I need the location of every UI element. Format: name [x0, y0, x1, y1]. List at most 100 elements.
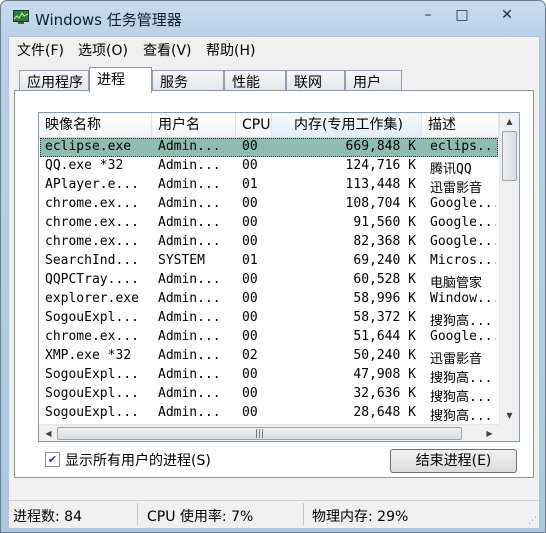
row-description: eclips... — [430, 139, 496, 154]
resize-grip-icon[interactable]: ⋰ — [528, 516, 537, 526]
row-user-name: Admin... — [158, 215, 221, 230]
row-user-name: Admin... — [158, 310, 221, 325]
row-description: Micros... — [430, 253, 496, 268]
row-memory: 124,716 K — [345, 158, 416, 173]
row-cpu: 00 — [242, 215, 258, 230]
row-cpu: 01 — [242, 253, 258, 268]
grip-icon: ||| — [254, 429, 265, 439]
tab-users[interactable]: 用户 — [345, 70, 402, 91]
col-memory[interactable]: 内存(专用工作集) — [272, 113, 422, 137]
title-bar[interactable]: Windows 任务管理器 – □ ✕ — [1, 1, 545, 35]
col-cpu[interactable]: CPU — [236, 113, 272, 137]
tab-applications[interactable]: 应用程序 — [19, 70, 89, 91]
row-description: 搜狗高... — [430, 371, 493, 386]
close-icon[interactable]: ✕ — [492, 5, 522, 25]
horizontal-scroll-thumb[interactable]: ||| — [57, 427, 462, 440]
row-cpu: 00 — [242, 234, 258, 249]
scroll-up-icon[interactable]: ▲ — [500, 113, 519, 130]
row-memory: 47,908 K — [353, 367, 416, 382]
row-user-name: Admin... — [158, 196, 221, 211]
row-cpu: 02 — [242, 348, 258, 363]
row-cpu: 01 — [242, 177, 258, 192]
row-memory: 32,636 K — [353, 386, 416, 401]
row-memory: 108,704 K — [345, 196, 416, 211]
row-image-name: SearchInd... — [45, 253, 139, 268]
row-description: 电脑管家 — [430, 276, 483, 291]
status-physical-memory: 物理内存: 29% — [312, 509, 409, 525]
table-row[interactable]: QQ.exe *32 Admin... 00 124,716 K 腾讯QQ — [40, 157, 498, 177]
row-user-name: Admin... — [158, 177, 221, 192]
row-image-name: SogouExpl... — [45, 310, 139, 325]
table-row[interactable]: explorer.exe Admin... 00 58,996 K Window... — [40, 290, 498, 309]
table-row[interactable]: SearchInd... SYSTEM 01 69,240 K Micros... — [40, 252, 498, 271]
horizontal-scrollbar[interactable]: ◀ ||| ▶ — [39, 424, 499, 441]
maximize-icon[interactable]: □ — [447, 5, 477, 25]
table-row[interactable]: SogouExpl... Admin... 00 58,372 K 搜狗高... — [40, 309, 498, 329]
vertical-scrollbar[interactable]: ▲ ▼ — [499, 113, 519, 424]
scroll-corner — [499, 424, 519, 441]
row-cpu: 00 — [242, 272, 258, 287]
scroll-down-icon[interactable]: ▼ — [500, 407, 519, 424]
table-row[interactable]: chrome.ex... Admin... 00 51,644 K Google... — [40, 328, 498, 347]
table-row[interactable]: APlayer.e... Admin... 01 113,448 K 迅雷影音 — [40, 176, 498, 196]
tab-services[interactable]: 服务 — [152, 70, 224, 91]
scroll-left-icon[interactable]: ◀ — [39, 425, 58, 441]
minimize-icon[interactable]: – — [413, 5, 443, 25]
row-image-name: chrome.ex... — [45, 329, 139, 344]
row-image-name: SogouExpl... — [45, 367, 139, 382]
vertical-scroll-thumb[interactable] — [502, 131, 517, 181]
show-all-users-checkbox[interactable]: ✔ — [45, 452, 60, 467]
table-row[interactable]: eclipse.exe Admin... 00 669,848 K eclips... — [40, 138, 498, 157]
status-process-count: 进程数: 84 — [13, 509, 82, 525]
row-image-name: explorer.exe — [45, 291, 139, 306]
table-row[interactable]: QQPCTray.... Admin... 00 60,528 K 电脑管家 — [40, 271, 498, 291]
table-row[interactable]: SogouExpl... Admin... 00 47,908 K 搜狗高... — [40, 366, 498, 386]
row-user-name: SYSTEM — [158, 253, 205, 268]
row-user-name: Admin... — [158, 405, 221, 420]
status-bar: 进程数: 84 CPU 使用率: 7% 物理内存: 29% ⋰ — [9, 500, 539, 528]
row-memory: 28,648 K — [353, 405, 416, 420]
menu-file[interactable]: 文件(F) — [17, 40, 64, 60]
row-user-name: Admin... — [158, 386, 221, 401]
col-description[interactable]: 描述 — [422, 113, 499, 137]
tab-processes[interactable]: 进程 — [89, 67, 152, 93]
menu-options[interactable]: 选项(O) — [78, 40, 128, 60]
row-memory: 58,372 K — [353, 310, 416, 325]
tab-performance[interactable]: 性能 — [224, 70, 286, 91]
process-list[interactable]: 映像名称 用户名 CPU 内存(专用工作集) 描述 eclipse.exe Adm… — [38, 112, 520, 442]
row-description: 迅雷影音 — [430, 352, 483, 367]
row-memory: 51,644 K — [353, 329, 416, 344]
end-process-button[interactable]: 结束进程(E) — [390, 449, 517, 473]
row-description: Window... — [430, 291, 496, 306]
row-image-name: APlayer.e... — [45, 177, 139, 192]
row-image-name: SogouExpl... — [45, 386, 139, 401]
client-area: 文件(F) 选项(O) 查看(V) 帮助(H) 应用程序 进程 服务 性能 联网… — [8, 36, 540, 528]
menu-help[interactable]: 帮助(H) — [206, 40, 255, 60]
col-image-name[interactable]: 映像名称 — [39, 113, 152, 137]
scroll-right-icon[interactable]: ▶ — [480, 425, 499, 441]
tab-networking[interactable]: 联网 — [286, 70, 345, 91]
row-description: 腾讯QQ — [430, 162, 472, 177]
row-user-name: Admin... — [158, 272, 221, 287]
row-memory: 50,240 K — [353, 348, 416, 363]
row-user-name: Admin... — [158, 348, 221, 363]
row-description: 搜狗高... — [430, 409, 493, 424]
menu-view[interactable]: 查看(V) — [143, 40, 192, 60]
table-row[interactable]: chrome.ex... Admin... 00 91,560 K Google... — [40, 214, 498, 233]
window-title: Windows 任务管理器 — [35, 11, 182, 29]
col-user-name[interactable]: 用户名 — [152, 113, 236, 137]
row-cpu: 00 — [242, 158, 258, 173]
row-cpu: 00 — [242, 367, 258, 382]
row-description: Google... — [430, 196, 496, 211]
row-memory: 58,996 K — [353, 291, 416, 306]
table-row[interactable]: XMP.exe *32 Admin... 02 50,240 K 迅雷影音 — [40, 347, 498, 367]
tab-strip: 应用程序 进程 服务 性能 联网 用户 — [9, 67, 539, 93]
table-row[interactable]: SogouExpl... Admin... 00 28,648 K 搜狗高... — [40, 404, 498, 424]
table-row[interactable]: chrome.ex... Admin... 00 82,368 K Google... — [40, 233, 498, 252]
status-separator — [137, 503, 138, 525]
row-cpu: 00 — [242, 196, 258, 211]
row-cpu: 00 — [242, 386, 258, 401]
row-user-name: Admin... — [158, 158, 221, 173]
table-row[interactable]: SogouExpl... Admin... 00 32,636 K 搜狗高... — [40, 385, 498, 405]
table-row[interactable]: chrome.ex... Admin... 00 108,704 K Google... — [40, 195, 498, 214]
